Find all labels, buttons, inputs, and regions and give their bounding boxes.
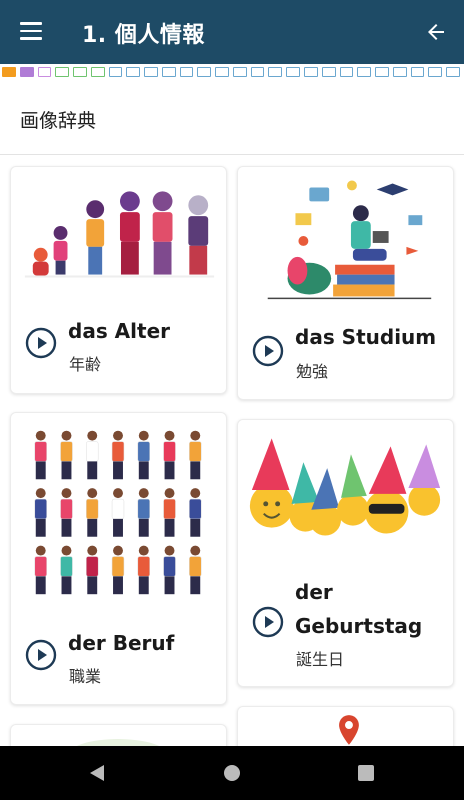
vocab-card-beruf[interactable]: der Beruf 職業 (10, 412, 227, 705)
hamburger-menu-icon[interactable] (20, 22, 42, 40)
vocab-card-studium[interactable]: das Studium 勉強 (237, 166, 454, 400)
progress-segment (55, 67, 70, 77)
word-label: der Beruf (68, 631, 175, 655)
play-audio-icon[interactable] (252, 335, 284, 367)
translation-label: 勉強 (296, 362, 329, 381)
progress-segment (90, 67, 105, 77)
play-audio-icon[interactable] (25, 639, 57, 671)
progress-segment (215, 67, 229, 77)
word-label-line2: Geburtstag (295, 614, 423, 638)
progress-segment (108, 67, 123, 77)
progress-segment (410, 67, 425, 77)
birthday-emoji-illustration (249, 438, 441, 536)
circle-home-icon[interactable] (223, 764, 241, 782)
progress-segment (2, 67, 16, 77)
arrow-back-icon[interactable] (424, 20, 448, 44)
progress-segment (126, 67, 141, 77)
translation-label: 職業 (69, 667, 102, 686)
professions-illustration (34, 430, 202, 595)
progress-segment (250, 67, 265, 77)
study-illustration (267, 180, 432, 300)
vocab-card-alter[interactable]: das Alter 年齢 (10, 166, 227, 394)
translation-label: 誕生日 (296, 650, 345, 669)
progress-segment (321, 67, 336, 77)
progress-segment (37, 67, 52, 77)
lesson-progress-bar (0, 64, 464, 78)
progress-segment (19, 67, 34, 77)
progress-segment (428, 67, 443, 77)
triangle-back-icon[interactable] (88, 764, 106, 782)
word-label-line1: der (295, 580, 333, 604)
age-illustration (24, 191, 215, 278)
square-recents-icon[interactable] (357, 764, 375, 782)
progress-segment (357, 67, 372, 77)
page-title: 1. 個人情報 (82, 23, 205, 48)
progress-segment (375, 67, 389, 77)
play-audio-icon[interactable] (25, 327, 57, 359)
progress-segment (392, 67, 407, 77)
progress-segment (268, 67, 283, 77)
word-label: das Alter (68, 319, 171, 343)
vocab-card-geburtstag[interactable]: der Geburtstag 誕生日 (237, 419, 454, 687)
progress-segment (304, 67, 318, 77)
progress-segment (161, 67, 176, 77)
system-navigation-bar (0, 746, 464, 800)
app-bar: 1. 個人情報 (0, 0, 464, 64)
word-label: das Studium (295, 325, 437, 349)
translation-label: 年齢 (69, 355, 102, 374)
divider (0, 154, 464, 155)
progress-segment (339, 67, 354, 77)
progress-segment (446, 67, 460, 77)
progress-segment (73, 67, 87, 77)
map-pin-icon (339, 715, 359, 745)
progress-segment (179, 67, 194, 77)
progress-segment (197, 67, 212, 77)
section-title: 画像辞典 (20, 110, 97, 132)
progress-segment (144, 67, 158, 77)
progress-segment (286, 67, 301, 77)
play-audio-icon[interactable] (252, 606, 284, 638)
progress-segment (232, 67, 247, 77)
